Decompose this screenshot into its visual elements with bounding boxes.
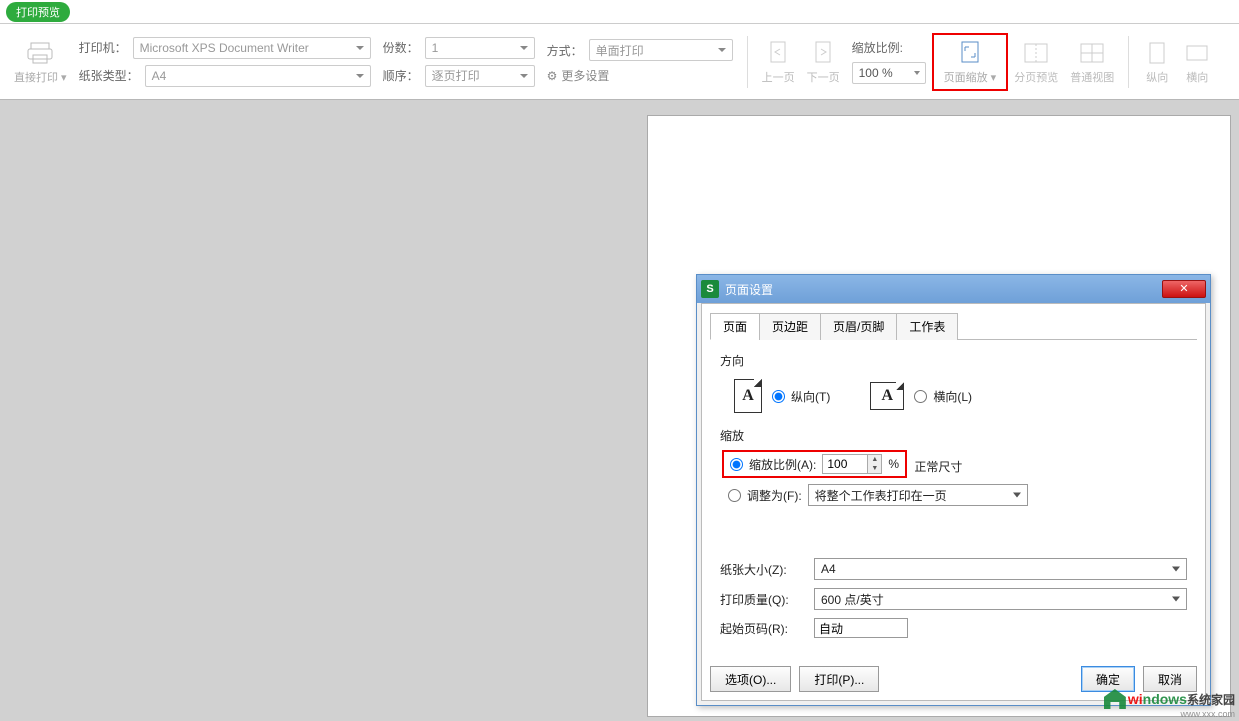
dialog-body: 页面 页边距 页眉/页脚 工作表 方向 A 纵向(T) A 横向(L) 缩放 缩… xyxy=(701,303,1206,701)
scale-ratio-radio[interactable]: 缩放比例(A): xyxy=(730,456,816,473)
mode-select[interactable]: 单面打印 xyxy=(589,39,733,61)
paper-label: 纸张类型： xyxy=(79,67,139,84)
prev-page-label: 上一页 xyxy=(762,69,795,85)
separator xyxy=(747,36,748,88)
dialog-tabs: 页面 页边距 页眉/页脚 工作表 xyxy=(710,312,1197,340)
prev-page-button[interactable]: 上一页 xyxy=(756,37,801,87)
scale-ratio-highlight: 缩放比例(A): ▲▼ % xyxy=(722,450,907,478)
portrait-button[interactable]: 纵向 xyxy=(1137,37,1177,87)
tab-print-preview[interactable]: 打印预览 xyxy=(6,2,70,22)
spin-down[interactable]: ▼ xyxy=(868,464,881,473)
page-break-icon xyxy=(1022,39,1050,67)
mode-label: 方式： xyxy=(547,42,583,59)
scale-ratio-input[interactable] xyxy=(823,455,867,473)
app-icon: S xyxy=(701,280,719,298)
printer-icon xyxy=(26,39,54,67)
app-tab-bar: 打印预览 xyxy=(0,0,1239,24)
grid-icon xyxy=(1078,39,1106,67)
watermark: windows系统家园 www.xxx.com xyxy=(1104,689,1235,719)
house-icon xyxy=(1104,689,1126,709)
spin-up[interactable]: ▲ xyxy=(868,455,881,464)
direct-print-button[interactable]: 直接打印 ▾ xyxy=(8,37,73,87)
portrait-icon xyxy=(1143,39,1171,67)
dialog-titlebar[interactable]: S 页面设置 ✕ xyxy=(697,275,1210,303)
scale-normal-label: 正常尺寸 xyxy=(914,460,962,474)
portrait-page-icon: A xyxy=(734,379,762,413)
order-select[interactable]: 逐页打印 xyxy=(425,65,535,87)
fit-to-select[interactable]: 将整个工作表打印在一页 xyxy=(808,484,1028,506)
orientation-landscape-label: 横向(L) xyxy=(933,388,972,405)
orientation-landscape-radio[interactable]: 横向(L) xyxy=(914,388,972,405)
panel-page: 方向 A 纵向(T) A 横向(L) 缩放 缩放比例(A): ▲▼ % 正常 xyxy=(702,340,1205,658)
tab-sheet[interactable]: 工作表 xyxy=(896,313,958,340)
gear-icon: ⚙ xyxy=(547,69,558,83)
tab-header-footer[interactable]: 页眉/页脚 xyxy=(820,313,897,340)
orientation-portrait-radio[interactable]: 纵向(T) xyxy=(772,388,830,405)
page-prev-icon xyxy=(764,39,792,67)
tab-margins[interactable]: 页边距 xyxy=(759,313,821,340)
scale-group-label: 缩放 xyxy=(720,427,1187,444)
fit-to-radio[interactable]: 调整为(F): xyxy=(728,487,802,504)
zoom-label: 缩放比例: xyxy=(852,39,903,56)
print-quality-label: 打印质量(Q): xyxy=(720,591,806,608)
landscape-icon xyxy=(1183,39,1211,67)
fit-to-label: 调整为(F): xyxy=(747,487,802,504)
page-scale-button[interactable]: 页面缩放 ▾ xyxy=(938,37,1003,87)
start-page-label: 起始页码(R): xyxy=(720,620,806,637)
ribbon: 直接打印 ▾ 打印机： Microsoft XPS Document Write… xyxy=(0,24,1239,100)
paper-size-label: 纸张大小(Z): xyxy=(720,561,806,578)
percent-label: % xyxy=(888,457,899,471)
copies-input[interactable]: 1 xyxy=(425,37,535,59)
page-scale-highlight: 页面缩放 ▾ xyxy=(932,33,1009,91)
page-next-icon xyxy=(809,39,837,67)
normal-view-button[interactable]: 普通视图 xyxy=(1064,37,1120,87)
landscape-page-icon: A xyxy=(870,382,904,410)
scale-ratio-spinner[interactable]: ▲▼ xyxy=(822,454,882,474)
next-page-button[interactable]: 下一页 xyxy=(801,37,846,87)
order-label: 顺序： xyxy=(383,67,419,84)
printer-label: 打印机： xyxy=(79,39,127,56)
normal-view-label: 普通视图 xyxy=(1070,69,1114,85)
separator xyxy=(1128,36,1129,88)
next-page-label: 下一页 xyxy=(807,69,840,85)
direct-print-label: 直接打印 ▾ xyxy=(14,69,67,85)
print-button[interactable]: 打印(P)... xyxy=(799,666,879,692)
copies-label: 份数： xyxy=(383,39,419,56)
close-button[interactable]: ✕ xyxy=(1162,280,1206,298)
tab-page[interactable]: 页面 xyxy=(710,313,760,340)
print-quality-select[interactable]: 600 点/英寸 xyxy=(814,588,1187,610)
scale-ratio-label: 缩放比例(A): xyxy=(749,456,816,473)
orientation-portrait-label: 纵向(T) xyxy=(791,388,830,405)
page-break-label: 分页预览 xyxy=(1014,69,1058,85)
start-page-input[interactable] xyxy=(814,618,908,638)
page-scale-icon xyxy=(956,39,984,67)
options-button[interactable]: 选项(O)... xyxy=(710,666,791,692)
dialog-title: 页面设置 xyxy=(725,281,773,298)
watermark-url: www.xxx.com xyxy=(1180,709,1235,719)
zoom-combo[interactable]: 100 % xyxy=(852,62,926,84)
more-settings-label: 更多设置 xyxy=(561,67,609,84)
portrait-label: 纵向 xyxy=(1146,69,1168,85)
page-scale-label: 页面缩放 ▾ xyxy=(944,69,997,85)
paper-size-select[interactable]: A4 xyxy=(814,558,1187,580)
landscape-button[interactable]: 横向 xyxy=(1177,37,1217,87)
printer-select[interactable]: Microsoft XPS Document Writer xyxy=(133,37,371,59)
landscape-label: 横向 xyxy=(1186,69,1208,85)
paper-select[interactable]: A4 xyxy=(145,65,371,87)
page-setup-dialog: S 页面设置 ✕ 页面 页边距 页眉/页脚 工作表 方向 A 纵向(T) A 横… xyxy=(696,274,1211,706)
page-break-preview-button[interactable]: 分页预览 xyxy=(1008,37,1064,87)
more-settings-link[interactable]: ⚙ 更多设置 xyxy=(547,67,610,84)
orientation-group-label: 方向 xyxy=(720,352,1187,369)
